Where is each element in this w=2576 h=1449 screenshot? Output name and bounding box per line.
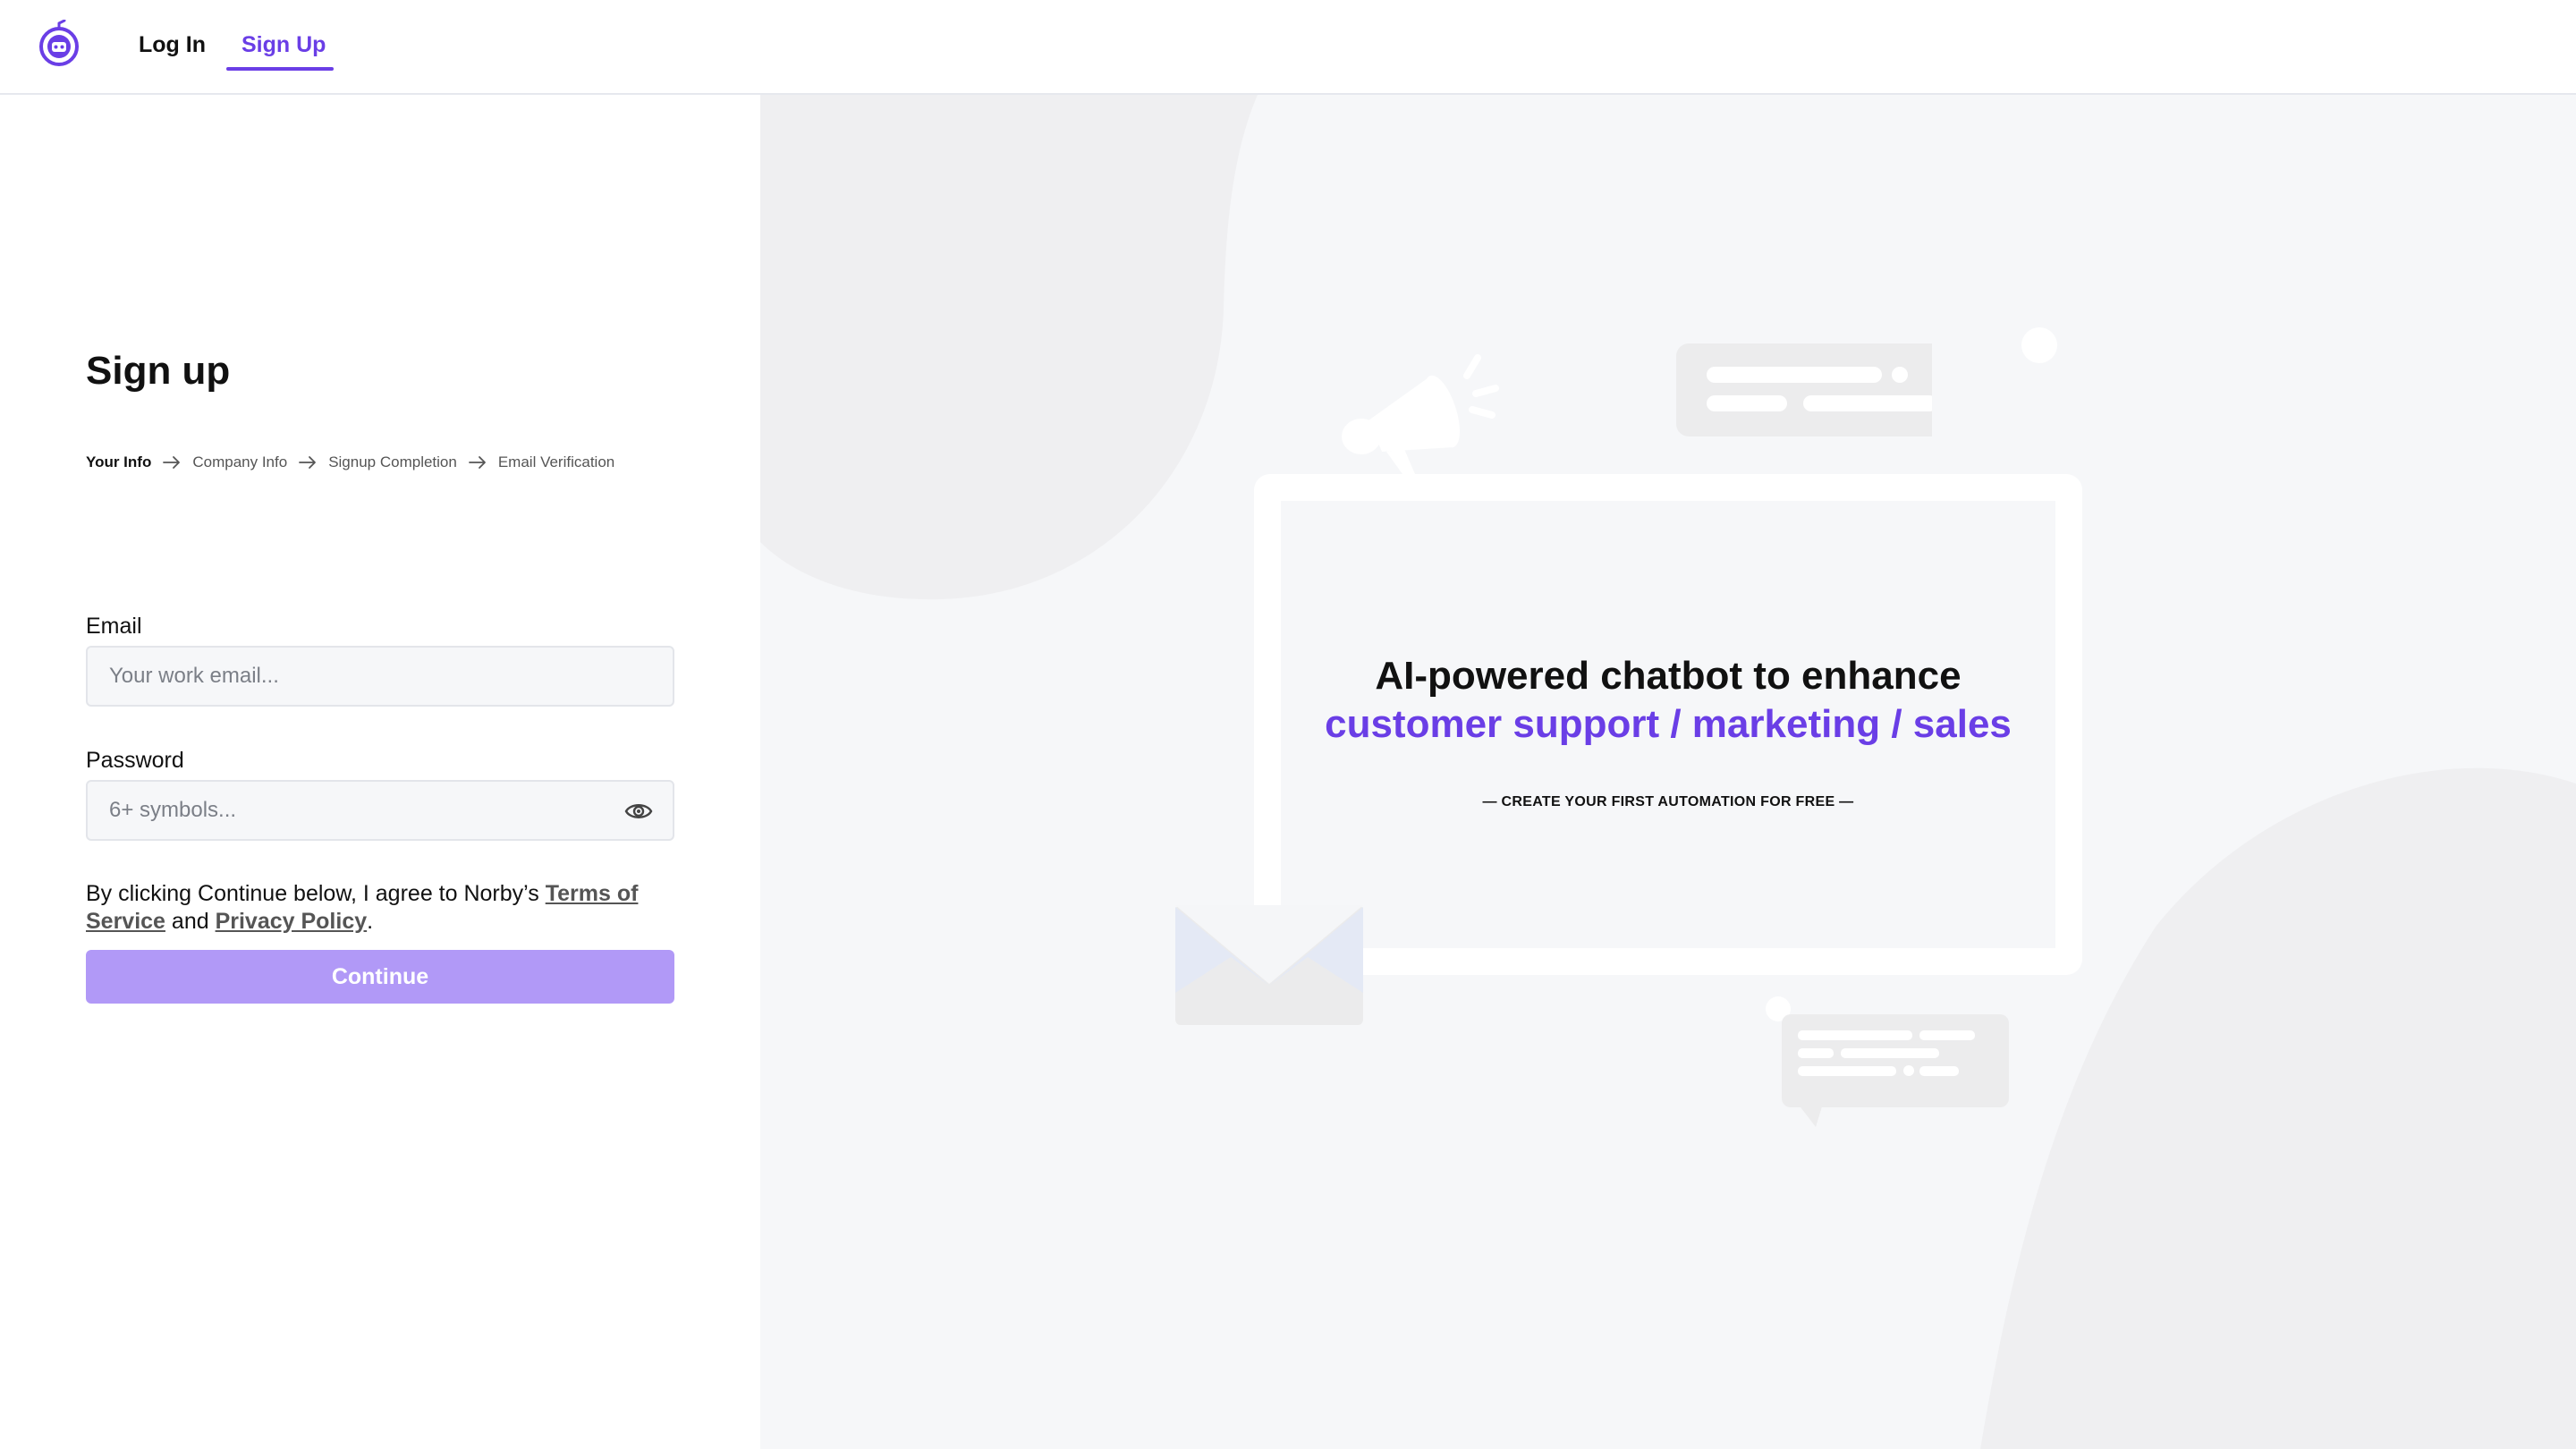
monitor-screen: AI-powered chatbot to enhance customer s… xyxy=(1281,501,2055,948)
nav-signup-tab[interactable]: Sign Up xyxy=(242,32,326,58)
step-email-verification: Email Verification xyxy=(497,453,615,470)
arrow-right-icon xyxy=(468,456,486,469)
password-field[interactable] xyxy=(88,782,673,839)
active-tab-underline xyxy=(226,67,334,71)
promo-panel: AI-powered chatbot to enhance customer s… xyxy=(760,95,2576,1449)
promo-headline-accent: customer support / marketing / sales xyxy=(1325,702,2012,746)
top-navbar: Log In Sign Up xyxy=(0,0,2576,95)
step-company-info: Company Info xyxy=(192,453,288,470)
privacy-policy-link[interactable]: Privacy Policy xyxy=(216,909,368,934)
promo-headline: AI-powered chatbot to enhance xyxy=(1375,654,1962,698)
continue-button[interactable]: Continue xyxy=(86,950,674,1004)
step-signup-completion: Signup Completion xyxy=(328,453,457,470)
signup-stepper: Your Info Company Info Signup Completion… xyxy=(86,449,614,476)
agreement-prefix: By clicking Continue below, I agree to N… xyxy=(86,881,546,906)
step-your-info: Your Info xyxy=(86,453,152,470)
logo-icon[interactable] xyxy=(38,20,80,66)
promo-tagline: — CREATE YOUR FIRST AUTOMATION FOR FREE … xyxy=(1482,794,1854,809)
chat-bubble-icon xyxy=(1676,343,1932,436)
megaphone-icon xyxy=(1342,354,1499,474)
agreement-suffix: . xyxy=(367,909,374,934)
nav-login-tab[interactable]: Log In xyxy=(139,32,206,58)
eye-icon[interactable] xyxy=(624,800,653,823)
password-label: Password xyxy=(86,748,184,773)
decorative-dot xyxy=(2021,327,2057,363)
email-label: Email xyxy=(86,614,142,639)
email-field[interactable] xyxy=(88,648,673,705)
chat-bubble-icon xyxy=(1766,996,2009,1127)
agreement-middle: and xyxy=(165,909,216,934)
terms-agreement: By clicking Continue below, I agree to N… xyxy=(86,880,703,936)
envelope-icon xyxy=(1175,905,1363,1025)
password-field-container xyxy=(86,780,674,841)
arrow-right-icon xyxy=(299,456,317,469)
page-title: Sign up xyxy=(86,349,231,393)
arrow-right-icon xyxy=(163,456,181,469)
monitor-illustration: AI-powered chatbot to enhance customer s… xyxy=(1254,474,2082,975)
email-field-container xyxy=(86,646,674,707)
